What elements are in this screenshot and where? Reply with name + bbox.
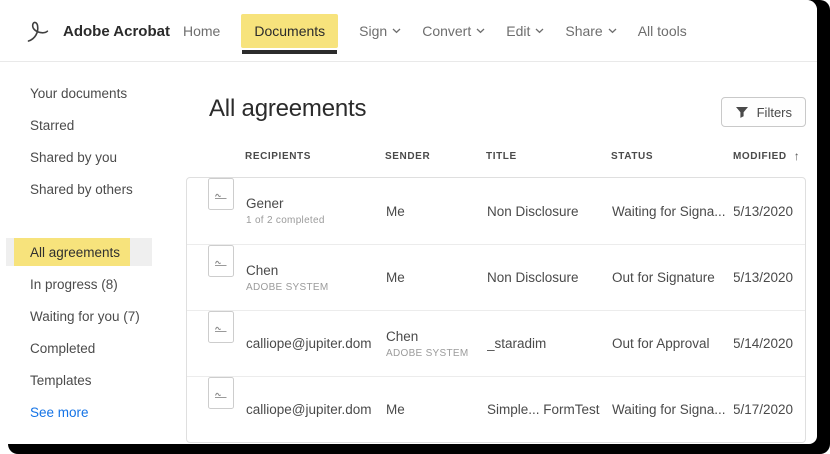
acrobat-web-app: Adobe Acrobat Home Documents Sign Conver… — [0, 0, 817, 444]
agreement-document-icon — [208, 178, 234, 210]
column-header-sender[interactable]: SENDER — [385, 149, 486, 163]
app-title: Adobe Acrobat — [63, 22, 170, 40]
sidebar-item-starred[interactable]: Starred — [0, 109, 186, 141]
status-cell: Out for Signature — [612, 270, 715, 285]
chevron-down-icon — [392, 28, 401, 34]
brand: Adobe Acrobat — [24, 0, 170, 62]
modified-cell: 5/13/2020 — [734, 270, 793, 285]
row-icon-cell — [187, 311, 246, 376]
sidebar: Your documents Starred Shared by you Sha… — [0, 62, 186, 443]
column-header-modified[interactable]: MODIFIED ↑ — [733, 149, 812, 163]
sidebar-item-shared-by-others[interactable]: Shared by others — [0, 173, 186, 205]
acrobat-quill-icon — [27, 21, 49, 42]
nav-share[interactable]: Share — [565, 23, 617, 39]
main-panel: All agreements Filters RECIPIENTS SENDER… — [186, 62, 817, 443]
row-icon-cell — [187, 377, 246, 442]
content-area: Your documents Starred Shared by you Sha… — [0, 62, 817, 443]
screenshot-frame: Adobe Acrobat Home Documents Sign Conver… — [0, 0, 830, 454]
row-icon-cell — [187, 178, 246, 244]
table-row[interactable]: Gener 1 of 2 completed Me Non Disclosure… — [187, 178, 805, 244]
column-header-spacer — [186, 149, 245, 163]
table-header-row: RECIPIENTS SENDER TITLE STATUS MODIFIED … — [186, 149, 806, 163]
sidebar-item-in-progress[interactable]: In progress (8) — [0, 268, 186, 300]
agreement-document-icon — [208, 311, 234, 343]
sidebar-item-templates[interactable]: Templates — [0, 364, 186, 396]
column-header-title[interactable]: TITLE — [486, 149, 611, 163]
chevron-down-icon — [608, 28, 617, 34]
modified-cell: 5/13/2020 — [734, 203, 793, 219]
nav-documents[interactable]: Documents — [241, 14, 339, 54]
sender-cell: Chen ADOBE SYSTEM — [386, 328, 469, 359]
agreement-document-icon — [208, 245, 234, 277]
title-cell: Non Disclosure — [487, 270, 579, 285]
sidebar-item-waiting-for-you[interactable]: Waiting for you (7) — [0, 300, 186, 332]
recipients-cell: Chen ADOBE SYSTEM — [246, 262, 329, 293]
funnel-icon — [735, 106, 748, 118]
row-icon-cell — [187, 245, 246, 310]
nav-edit[interactable]: Edit — [506, 23, 544, 39]
filters-button[interactable]: Filters — [720, 97, 806, 127]
sidebar-item-all-agreements[interactable]: All agreements — [6, 238, 152, 266]
sidebar-item-shared-by-you[interactable]: Shared by you — [0, 141, 186, 173]
title-cell: _staradim — [487, 336, 547, 351]
nav-all-tools[interactable]: All tools — [638, 23, 687, 39]
table-row[interactable]: calliope@jupiter.dom Me Simple... FormTe… — [187, 376, 805, 442]
arrow-up-icon: ↑ — [793, 149, 801, 163]
page-title: All agreements — [209, 95, 367, 122]
column-header-status[interactable]: STATUS — [611, 149, 733, 163]
status-cell: Out for Approval — [612, 336, 710, 351]
agreement-document-icon — [208, 377, 234, 409]
title-cell: Non Disclosure — [487, 203, 579, 219]
recipients-cell: calliope@jupiter.dom — [246, 336, 372, 351]
chevron-down-icon — [535, 28, 544, 34]
title-cell: Simple... FormTest — [487, 402, 600, 417]
sender-cell: Me — [386, 402, 405, 417]
sender-cell: Me — [386, 203, 405, 219]
recipients-cell: Gener 1 of 2 completed — [246, 196, 325, 226]
sidebar-agreements-group: All agreements In progress (8) Waiting f… — [0, 236, 186, 428]
sender-cell: Me — [386, 270, 405, 285]
sidebar-see-more-link[interactable]: See more — [0, 396, 186, 428]
chevron-down-icon — [476, 28, 485, 34]
column-header-recipients[interactable]: RECIPIENTS — [245, 149, 385, 163]
nav-convert[interactable]: Convert — [422, 23, 485, 39]
agreements-table: Gener 1 of 2 completed Me Non Disclosure… — [186, 177, 806, 443]
sidebar-item-your-documents[interactable]: Your documents — [0, 77, 186, 109]
recipients-cell: calliope@jupiter.dom — [246, 402, 372, 417]
status-cell: Waiting for Signa... — [612, 402, 726, 417]
sidebar-item-completed[interactable]: Completed — [0, 332, 186, 364]
top-navigation-bar: Adobe Acrobat Home Documents Sign Conver… — [0, 0, 817, 62]
table-row[interactable]: calliope@jupiter.dom Chen ADOBE SYSTEM _… — [187, 310, 805, 376]
modified-cell: 5/17/2020 — [734, 402, 793, 417]
modified-cell: 5/14/2020 — [734, 336, 793, 351]
nav-sign[interactable]: Sign — [359, 23, 401, 39]
nav-home[interactable]: Home — [183, 23, 220, 39]
table-row[interactable]: Chen ADOBE SYSTEM Me Non Disclosure Out … — [187, 244, 805, 310]
status-cell: Waiting for Signa... — [612, 203, 726, 219]
main-nav: Home Documents Sign Convert Edit Share A… — [183, 0, 687, 62]
